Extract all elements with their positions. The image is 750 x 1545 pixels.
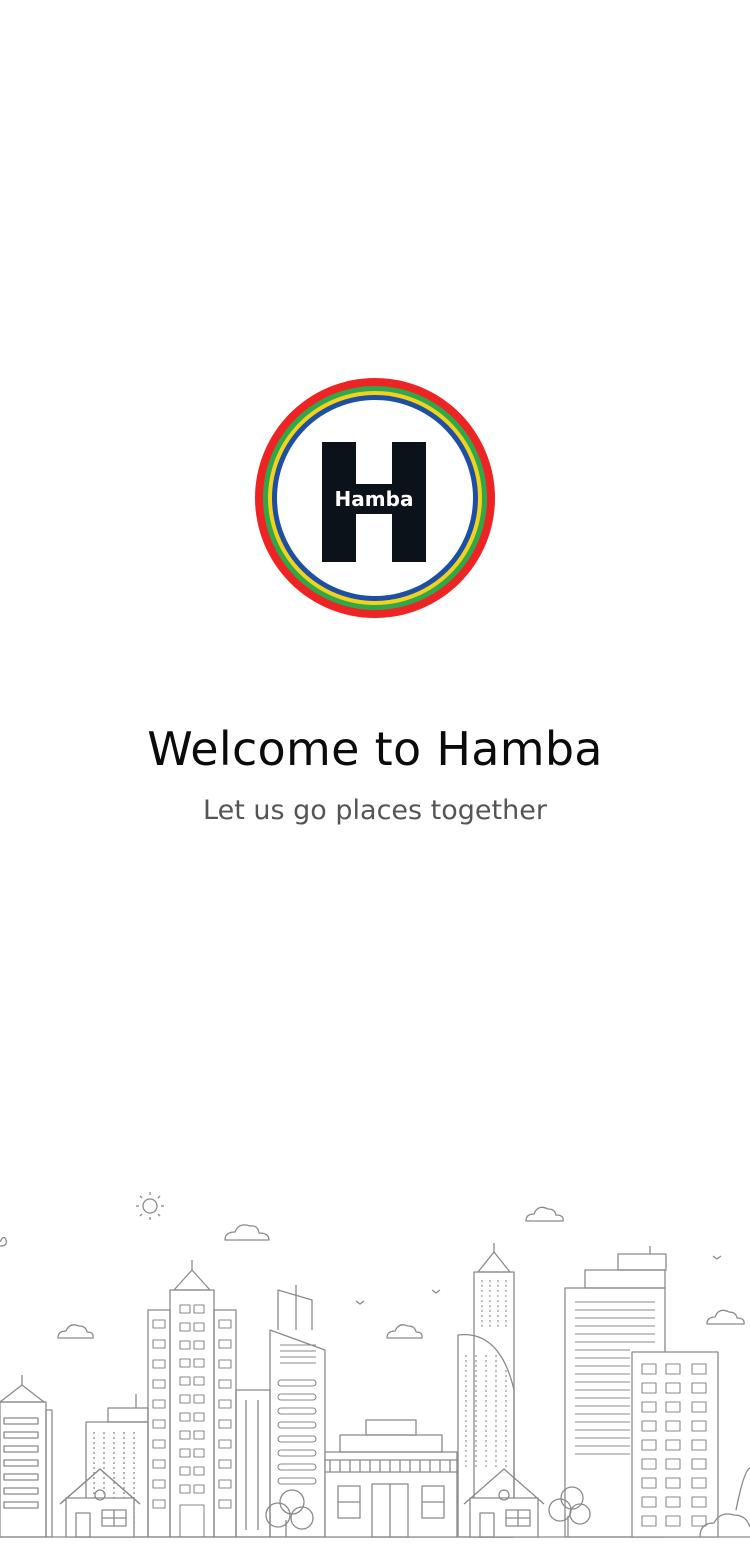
house-icon: [464, 1469, 544, 1537]
house-icon: [60, 1469, 140, 1537]
shop-building: [325, 1420, 457, 1537]
welcome-subtitle: Let us go places together: [203, 795, 547, 826]
hamba-logo: Hamba: [255, 378, 495, 618]
welcome-title: Welcome to Hamba: [147, 722, 603, 776]
sun-icon: [136, 1192, 164, 1220]
city-skyline-illustration: [0, 1180, 750, 1545]
logo-wordmark: Hamba: [335, 487, 414, 511]
